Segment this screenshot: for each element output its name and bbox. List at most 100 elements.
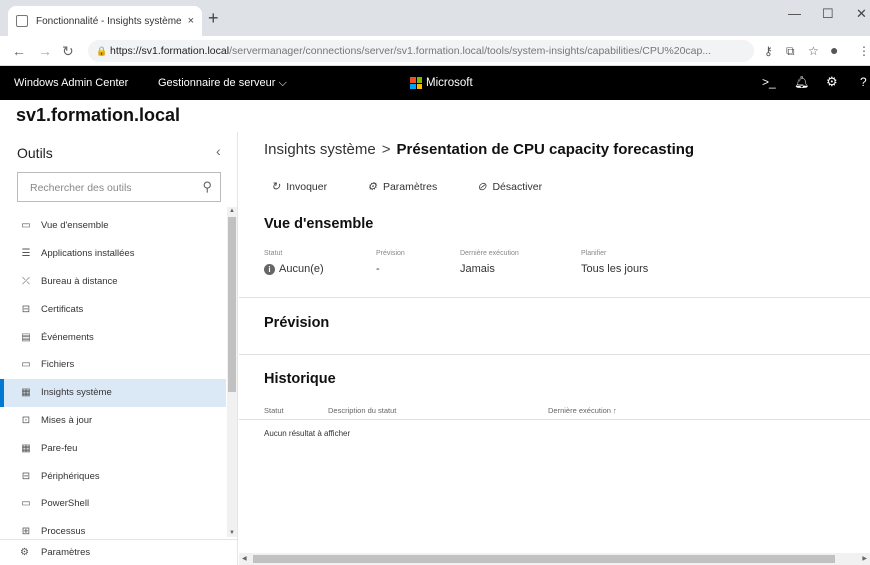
sidebar-item-label: Paramètres [41,547,91,558]
tab-close-icon[interactable]: × [188,15,194,27]
tab-title: Fonctionnalité - Insights système [36,15,182,27]
overview-heading: Vue d'ensemble [264,216,374,232]
column-last-run[interactable]: Dernière exécution ↑ [548,406,617,415]
minimize-icon[interactable]: — [788,6,801,21]
remote-desktop-icon: ⤫ [22,275,30,287]
sidebar-item-label: Périphériques [41,470,100,482]
sidebar-item-label: Fichiers [41,359,75,371]
tool-search-input[interactable]: Rechercher des outils ⚲ [17,172,221,202]
settings-gear-icon[interactable]: ⚙ [826,74,838,90]
search-icon[interactable]: ⚲ [202,179,212,195]
reload-icon[interactable]: ↻ [62,43,74,60]
sidebar-scroll-thumb[interactable] [228,217,236,392]
tools-sidebar: Outils ‹ Rechercher des outils ⚲ ▭ Vue d'… [0,132,238,565]
back-icon[interactable]: ← [12,43,26,59]
maximize-icon[interactable]: ☐ [822,6,834,22]
insights-icon: ▦ [21,387,31,399]
invoke-button[interactable]: ↻ Invoquer [271,180,347,194]
column-status[interactable]: Statut [264,406,284,415]
last-run-property: Dernière exécution Jamais [460,250,519,275]
schedule-property: Planifier Tous les jours [581,250,648,275]
disable-button[interactable]: ⊘ Désactiver [477,180,562,194]
scroll-left-icon[interactable]: ◀ [242,555,247,562]
monitor-icon: ▭ [21,220,31,232]
chevron-down-icon: ⌵ [278,77,287,89]
sidebar-item-label: Vue d'ensemble [41,220,109,232]
notification-icon[interactable]: 🔔︎ [794,75,809,89]
star-icon[interactable]: ☆ [808,44,819,58]
sidebar-item-devices[interactable]: ⊟ Périphériques [0,462,226,490]
browser-tab[interactable]: Fonctionnalité - Insights système × [8,6,202,36]
breadcrumb: Insights système > Présentation de CPU cap… [264,141,694,158]
sidebar-title: Outils [17,145,53,161]
last-run-value: Jamais [460,263,495,275]
terminal-icon[interactable]: >_ [762,75,776,89]
status-value: Aucun(e) [279,263,324,275]
sidebar-item-label: Bureau à distance [41,275,118,287]
sidebar-item-events[interactable]: ▤ Événements [0,323,226,351]
section-divider [239,297,870,298]
forward-icon[interactable]: → [38,43,52,59]
product-name[interactable]: Windows Admin Center [14,77,128,89]
sidebar-item-firewall[interactable]: ▦ Pare-feu [0,434,226,462]
forecast-property: Prévision - [376,250,405,275]
invoke-label: Invoquer [286,180,328,193]
settings-label: Paramètres [382,180,438,193]
profile-icon[interactable]: ● [830,42,838,58]
folder-icon: ▭ [21,359,31,371]
horizontal-scroll-thumb[interactable] [253,555,835,563]
firewall-icon: ▦ [21,442,31,454]
server-title: sv1.formation.local [16,105,181,125]
sidebar-item-certificates[interactable]: ⊟ Certificats [0,295,226,323]
breadcrumb-parent[interactable]: Insights système [264,141,376,158]
horizontal-scrollbar[interactable]: ◀ ▶ [239,553,870,565]
gear-icon: ⚙ [367,181,377,193]
last-run-label: Dernière exécution [460,250,519,257]
collapse-sidebar-icon[interactable]: ‹ [216,143,221,159]
url-field[interactable]: 🔒 https://sv1.formation.local/servermana… [88,40,754,62]
page-favicon-icon [16,15,28,27]
sidebar-item-files[interactable]: ▭ Fichiers [0,351,226,379]
disable-label: Désactiver [492,180,543,193]
address-bar-row: ← → ↻ 🔒 https://sv1.formation.local/serv… [0,36,870,66]
empty-table-message: Aucun résultat à afficher [264,429,351,438]
table-header-divider [239,419,870,420]
new-tab-button[interactable]: + [208,8,219,28]
sidebar-scrollbar[interactable]: ▲ ▼ [227,207,237,537]
close-window-icon[interactable]: ✕ [856,6,867,22]
tool-list: ▭ Vue d'ensemble ☰ Applications installées… [0,212,226,546]
forecast-heading: Prévision [264,315,330,331]
sidebar-item-powershell[interactable]: ▭ PowerShell [0,490,226,518]
forecast-value: - [376,263,380,275]
schedule-value: Tous les jours [581,263,649,275]
updates-icon: ⊡ [21,414,31,426]
sidebar-item-settings[interactable]: ⚙ Paramètres [0,539,238,565]
help-icon[interactable]: ? [860,75,867,89]
sidebar-item-remote-desktop[interactable]: ⤫ Bureau à distance [0,268,226,296]
powershell-icon: ▭ [21,498,31,510]
sidebar-item-system-insights[interactable]: ▦ Insights système [0,378,226,407]
sidebar-item-overview[interactable]: ▭ Vue d'ensemble [0,212,226,240]
sidebar-item-label: PowerShell [41,498,90,510]
browser-menu-icon[interactable]: ⋮ [858,44,870,58]
certificate-icon: ⊟ [21,303,31,315]
scroll-down-icon[interactable]: ▼ [229,530,235,536]
server-manager-menu[interactable]: Gestionnaire de serveur ⌵ [158,77,287,90]
sidebar-item-label: Pare-feu [41,442,78,454]
tool-search-placeholder: Rechercher des outils [30,182,132,194]
scroll-up-icon[interactable]: ▲ [229,208,235,214]
sidebar-item-label: Insights système [41,387,112,399]
column-description[interactable]: Description du statut [328,406,396,415]
breadcrumb-separator: > [381,141,391,158]
scroll-right-icon[interactable]: ▶ [862,555,867,562]
sidebar-item-label: Événements [41,331,94,343]
translate-icon[interactable]: ⧉ [786,44,795,59]
sidebar-item-updates[interactable]: ⊡ Mises à jour [0,407,226,435]
sidebar-item-label: Certificats [41,303,84,315]
lock-icon: 🔒 [96,46,108,56]
url-path: /servermanager/connections/server/sv1.fo… [229,45,712,57]
schedule-label: Planifier [581,250,607,257]
key-icon[interactable]: ⚷ [764,44,773,58]
settings-button[interactable]: ⚙ Paramètres [367,180,457,194]
sidebar-item-installed-apps[interactable]: ☰ Applications installées [0,240,226,268]
